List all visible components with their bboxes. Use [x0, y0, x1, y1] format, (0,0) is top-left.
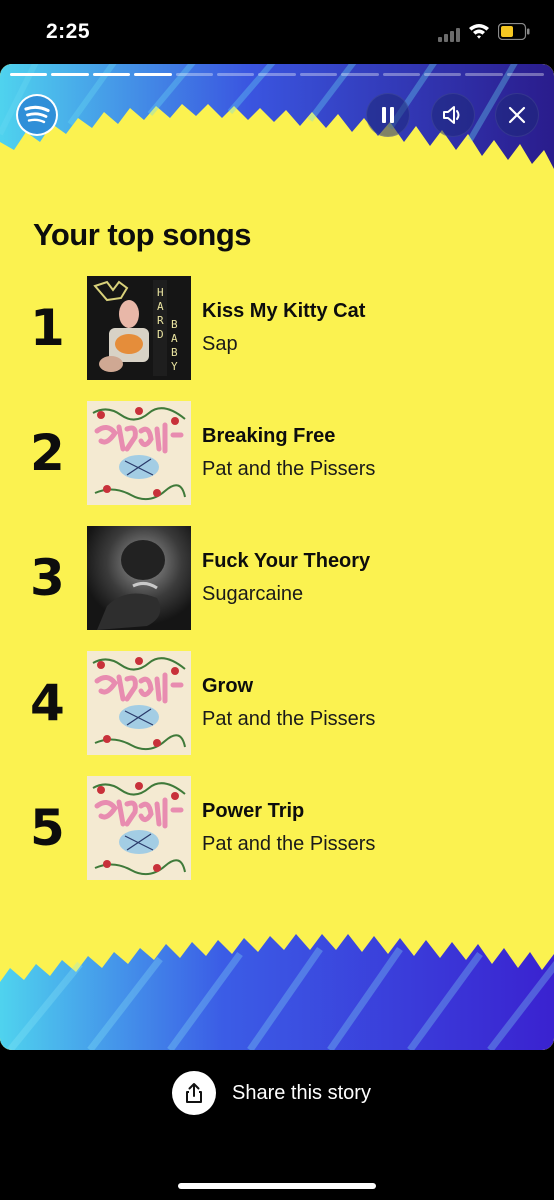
song-artist: Sugarcaine — [202, 583, 304, 605]
song-rank: 1 — [30, 299, 65, 357]
svg-text:A: A — [157, 300, 164, 313]
progress-segment — [10, 73, 48, 76]
song-title: Kiss My Kitty Cat — [202, 300, 366, 322]
progress-segment — [134, 73, 172, 76]
song-title: Breaking Free — [202, 425, 336, 447]
progress-segment — [258, 73, 296, 76]
album-cover-hard-baby: H A R D B A B Y — [87, 276, 191, 380]
status-bar: 2:25 — [0, 0, 554, 64]
close-icon — [508, 106, 526, 124]
speaker-icon — [443, 106, 460, 124]
section-title: Your top songs — [33, 217, 252, 252]
album-cover-growth — [87, 776, 191, 880]
share-icon — [172, 1071, 216, 1115]
song-row[interactable]: 4 Grow Pat and the Pissers — [0, 651, 554, 755]
album-cover-sugarcaine — [87, 526, 191, 630]
song-row[interactable]: 1 H A R D B A B Y Kiss My Kitty Cat Sap — [0, 276, 554, 380]
progress-segment — [423, 73, 462, 76]
share-story-button[interactable]: Share this story — [172, 1070, 371, 1116]
song-artist: Pat and the Pissers — [202, 833, 376, 855]
svg-text:H: H — [157, 286, 164, 299]
svg-text:B: B — [171, 318, 178, 331]
progress-segment — [465, 73, 503, 76]
screen: 2:25 Your top songs 1 H A R D B A B Y Ki… — [0, 0, 554, 1200]
pause-button[interactable] — [366, 93, 410, 137]
song-rank: 4 — [30, 674, 65, 732]
song-row[interactable]: 3 Fuck Your Theory Sugarcaine — [0, 526, 554, 630]
spotify-logo-icon — [16, 94, 58, 136]
album-cover-growth — [87, 401, 191, 505]
progress-segment — [51, 73, 89, 76]
svg-text:D: D — [157, 328, 164, 341]
progress-segment — [299, 73, 338, 76]
svg-text:B: B — [171, 346, 178, 359]
progress-segment — [506, 73, 545, 76]
progress-segment — [175, 73, 213, 76]
status-time: 2:25 — [46, 20, 91, 43]
progress-segment — [382, 73, 420, 76]
album-cover-growth — [87, 651, 191, 755]
song-title: Fuck Your Theory — [202, 550, 371, 572]
song-rank: 5 — [30, 799, 65, 857]
song-rank: 3 — [30, 549, 65, 607]
wifi-icon — [469, 24, 489, 39]
song-title: Power Trip — [202, 800, 305, 822]
song-row[interactable]: 5 Power Trip Pat and the Pissers — [0, 776, 554, 880]
song-title: Grow — [202, 675, 254, 697]
close-button[interactable] — [495, 93, 539, 137]
progress-segment — [341, 73, 379, 76]
song-artist: Pat and the Pissers — [202, 458, 376, 480]
battery-low-icon — [498, 23, 530, 40]
progress-segment — [216, 73, 255, 76]
share-label: Share this story — [232, 1081, 371, 1104]
story-progress-bar — [10, 73, 545, 77]
svg-text:A: A — [171, 332, 178, 345]
song-rank: 2 — [30, 424, 65, 482]
progress-segment — [92, 73, 131, 76]
home-indicator[interactable] — [178, 1183, 376, 1189]
volume-button[interactable] — [431, 93, 475, 137]
svg-text:R: R — [157, 314, 164, 327]
pause-icon — [382, 107, 394, 123]
svg-text:Y: Y — [171, 360, 178, 373]
story-card[interactable]: Your top songs 1 H A R D B A B Y Kiss My… — [0, 64, 554, 1050]
song-artist: Sap — [202, 333, 238, 355]
cellular-signal-icon — [438, 28, 460, 42]
song-artist: Pat and the Pissers — [202, 708, 376, 730]
song-row[interactable]: 2 Breaking Free Pat and the Pissers — [0, 401, 554, 505]
